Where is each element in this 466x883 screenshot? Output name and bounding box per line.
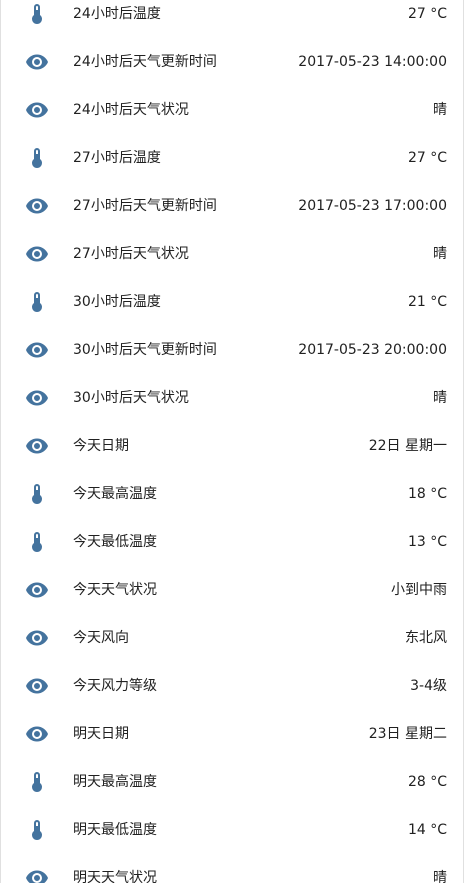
eye-icon — [25, 674, 49, 698]
entity-row[interactable]: 今天日期 22日 星期一 — [1, 422, 463, 470]
entity-label: 24小时后天气更新时间 — [73, 54, 217, 70]
entity-label: 27小时后天气更新时间 — [73, 198, 217, 214]
thermometer-icon — [25, 530, 49, 554]
eye-icon — [25, 386, 49, 410]
entity-list-panel: 24小时后温度 27 °C 24小时后天气更新时间 2017-05-23 14:… — [0, 0, 464, 883]
entity-value: 22日 星期一 — [368, 438, 447, 454]
entity-value: 14 °C — [407, 822, 447, 838]
thermometer-icon — [25, 290, 49, 314]
entity-value: 18 °C — [407, 486, 447, 502]
entity-row[interactable]: 27小时后天气更新时间 2017-05-23 17:00:00 — [1, 182, 463, 230]
entity-row[interactable]: 今天最低温度 13 °C — [1, 518, 463, 566]
entity-row[interactable]: 30小时后温度 21 °C — [1, 278, 463, 326]
entity-label: 今天最低温度 — [73, 534, 157, 550]
entity-label: 今天风力等级 — [73, 678, 157, 694]
entity-list: 24小时后温度 27 °C 24小时后天气更新时间 2017-05-23 14:… — [1, 0, 463, 883]
entity-label: 明天最高温度 — [73, 774, 157, 790]
entity-label: 30小时后天气状况 — [73, 390, 189, 406]
entity-value: 13 °C — [407, 534, 447, 550]
entity-label: 今天天气状况 — [73, 582, 157, 598]
entity-value: 东北风 — [405, 630, 447, 646]
entity-value: 2017-05-23 20:00:00 — [298, 342, 447, 358]
entity-value: 晴 — [433, 390, 447, 406]
entity-row[interactable]: 24小时后天气更新时间 2017-05-23 14:00:00 — [1, 38, 463, 86]
entity-label: 24小时后温度 — [73, 6, 161, 22]
entity-row[interactable]: 今天最高温度 18 °C — [1, 470, 463, 518]
eye-icon — [25, 242, 49, 266]
thermometer-icon — [25, 2, 49, 26]
entity-label: 今天最高温度 — [73, 486, 157, 502]
entity-label: 30小时后温度 — [73, 294, 161, 310]
entity-row[interactable]: 明天最高温度 28 °C — [1, 758, 463, 806]
eye-icon — [25, 50, 49, 74]
entity-value: 晴 — [433, 246, 447, 262]
eye-icon — [25, 626, 49, 650]
thermometer-icon — [25, 818, 49, 842]
entity-value: 小到中雨 — [391, 582, 447, 598]
entity-row[interactable]: 今天风向 东北风 — [1, 614, 463, 662]
eye-icon — [25, 338, 49, 362]
entity-value: 晴 — [433, 102, 447, 118]
entity-row[interactable]: 24小时后天气状况 晴 — [1, 86, 463, 134]
entity-value: 27 °C — [407, 6, 447, 22]
entity-row[interactable]: 今天天气状况 小到中雨 — [1, 566, 463, 614]
eye-icon — [25, 578, 49, 602]
entity-row[interactable]: 明天天气状况 晴 — [1, 854, 463, 883]
eye-icon — [25, 194, 49, 218]
entity-row[interactable]: 明天日期 23日 星期二 — [1, 710, 463, 758]
entity-row[interactable]: 明天最低温度 14 °C — [1, 806, 463, 854]
entity-label: 24小时后天气状况 — [73, 102, 189, 118]
thermometer-icon — [25, 146, 49, 170]
entity-label: 今天风向 — [73, 630, 129, 646]
entity-value: 3-4级 — [410, 678, 447, 694]
eye-icon — [25, 866, 49, 883]
entity-value: 2017-05-23 17:00:00 — [298, 198, 447, 214]
entity-label: 27小时后天气状况 — [73, 246, 189, 262]
entity-row[interactable]: 27小时后天气状况 晴 — [1, 230, 463, 278]
thermometer-icon — [25, 770, 49, 794]
entity-value: 23日 星期二 — [368, 726, 447, 742]
eye-icon — [25, 434, 49, 458]
entity-label: 30小时后天气更新时间 — [73, 342, 217, 358]
entity-label: 今天日期 — [73, 438, 129, 454]
entity-label: 27小时后温度 — [73, 150, 161, 166]
entity-label: 明天日期 — [73, 726, 129, 742]
entity-value: 28 °C — [407, 774, 447, 790]
entity-row[interactable]: 30小时后天气更新时间 2017-05-23 20:00:00 — [1, 326, 463, 374]
entity-value: 27 °C — [407, 150, 447, 166]
entity-row[interactable]: 今天风力等级 3-4级 — [1, 662, 463, 710]
entity-row[interactable]: 27小时后温度 27 °C — [1, 134, 463, 182]
entity-value: 2017-05-23 14:00:00 — [298, 54, 447, 70]
entity-value: 晴 — [433, 870, 447, 883]
thermometer-icon — [25, 482, 49, 506]
entity-label: 明天最低温度 — [73, 822, 157, 838]
entity-row[interactable]: 30小时后天气状况 晴 — [1, 374, 463, 422]
eye-icon — [25, 722, 49, 746]
entity-row[interactable]: 24小时后温度 27 °C — [1, 0, 463, 38]
eye-icon — [25, 98, 49, 122]
entity-value: 21 °C — [407, 294, 447, 310]
entity-label: 明天天气状况 — [73, 870, 157, 883]
